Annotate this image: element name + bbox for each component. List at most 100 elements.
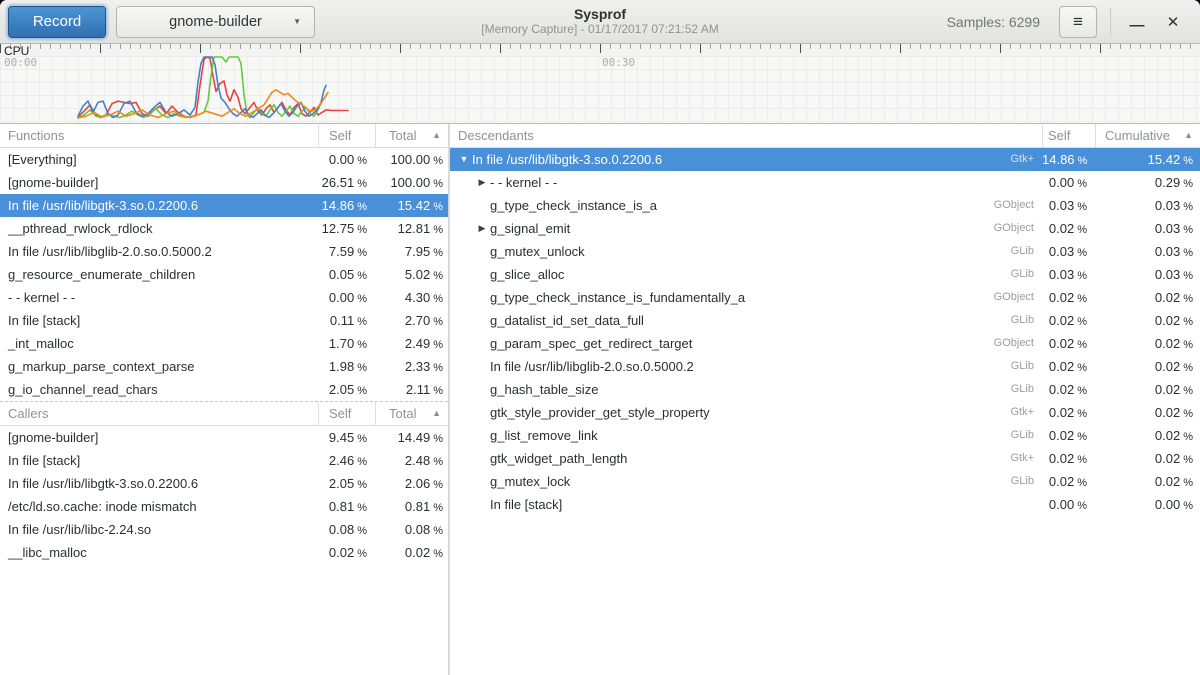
right-pane: Descendants Self Cumulative ▲ ▼In file /… [450,124,1200,675]
table-row[interactable]: g_io_channel_read_chars2.05%2.11% [0,378,448,401]
tree-row[interactable]: g_type_check_instance_is_aGObject0.03%0.… [450,194,1200,217]
table-row[interactable]: __pthread_rwlock_rdlock12.75%12.81% [0,217,448,240]
cpu-lines-chart [0,56,1200,123]
table-row[interactable]: In file [stack]0.11%2.70% [0,309,448,332]
cpu-graph[interactable]: CPU 00:00 00:30 [0,44,1200,124]
self-percent: 0.08% [318,518,375,541]
library-tag: GObject [994,194,1042,217]
tree-indent [456,251,474,252]
tree-row[interactable]: g_hash_table_sizeGLib0.02%0.02% [450,378,1200,401]
total-percent: 0.02% [375,541,448,564]
tree-row[interactable]: g_type_check_instance_is_fundamentally_a… [450,286,1200,309]
function-name: In file /usr/lib/libglib-2.0.so.0.5000.2 [490,355,694,378]
minimize-button[interactable]: — [1124,9,1150,35]
expander-icon[interactable]: ▼ [456,148,472,171]
percent-sign: % [1180,155,1193,167]
expander-icon[interactable]: ▶ [474,171,490,194]
total-percent: 2.48% [375,449,448,472]
tree-row[interactable]: In file [stack]0.00%0.00% [450,493,1200,516]
table-row[interactable]: g_markup_parse_context_parse1.98%2.33% [0,355,448,378]
functions-total-column-header[interactable]: Total ▲ [375,124,448,147]
tree-indent [456,228,474,229]
tree-indent [456,320,474,321]
tree-row[interactable]: ▼In file /usr/lib/libgtk-3.so.0.2200.6Gt… [450,148,1200,171]
cumulative-percent: 0.03% [1095,240,1200,263]
percent-sign: % [1180,201,1193,213]
percent-sign: % [430,201,443,213]
callers-total-column-header[interactable]: Total ▲ [375,402,448,425]
tree-row[interactable]: g_slice_allocGLib0.03%0.03% [450,263,1200,286]
descendant-name-cell: g_list_remove_linkGLib [450,424,1042,447]
table-row[interactable]: In file /usr/lib/libgtk-3.so.0.2200.614.… [0,194,448,217]
table-row[interactable]: _int_malloc1.70%2.49% [0,332,448,355]
tree-row[interactable]: g_list_remove_linkGLib0.02%0.02% [450,424,1200,447]
percent-sign: % [1180,178,1193,190]
table-row[interactable]: In file [stack]2.46%2.48% [0,449,448,472]
descendant-name-cell: In file /usr/lib/libglib-2.0.so.0.5000.2… [450,355,1042,378]
dropdown-arrow-icon: ▼ [293,17,301,26]
percent-sign: % [1180,362,1193,374]
table-row[interactable]: [gnome-builder]26.51%100.00% [0,171,448,194]
close-icon: ✕ [1167,13,1180,31]
table-row[interactable]: - - kernel - -0.00%4.30% [0,286,448,309]
tree-row[interactable]: gtk_style_provider_get_style_propertyGtk… [450,401,1200,424]
tree-indent [456,366,474,367]
self-percent: 0.00% [1042,493,1095,516]
process-selector-dropdown[interactable]: gnome-builder ▼ [116,6,315,38]
tree-row[interactable]: gtk_widget_path_lengthGtk+0.02%0.02% [450,447,1200,470]
percent-sign: % [1180,500,1193,512]
percent-sign: % [430,224,443,236]
tree-row[interactable]: g_mutex_lockGLib0.02%0.02% [450,470,1200,493]
self-percent: 0.02% [1042,378,1095,401]
function-name: In file [stack] [0,309,318,332]
functions-column-header[interactable]: Functions [0,124,318,147]
percent-sign: % [354,525,367,537]
total-percent: 2.11% [375,378,448,401]
tree-row[interactable]: ▶- - kernel - -0.00%0.29% [450,171,1200,194]
function-name: g_mutex_unlock [490,240,585,263]
percent-sign: % [1074,454,1087,466]
functions-self-column-header[interactable]: Self [318,124,375,147]
library-tag: GLib [1011,240,1042,263]
descendants-column-header[interactable]: Descendants [450,124,1042,147]
table-row[interactable]: [Everything]0.00%100.00% [0,148,448,171]
time-label-mid: 00:30 [602,56,635,69]
table-row[interactable]: In file /usr/lib/libgtk-3.so.0.2200.62.0… [0,472,448,495]
total-percent: 14.49% [375,426,448,449]
tree-indent [456,481,474,482]
tree-row[interactable]: g_datalist_id_set_data_fullGLib0.02%0.02… [450,309,1200,332]
library-tag: GObject [994,286,1042,309]
descendants-cumulative-column-header[interactable]: Cumulative ▲ [1095,124,1200,147]
table-row[interactable]: [gnome-builder]9.45%14.49% [0,426,448,449]
tree-row[interactable]: In file /usr/lib/libglib-2.0.so.0.5000.2… [450,355,1200,378]
table-row[interactable]: In file /usr/lib/libglib-2.0.so.0.5000.2… [0,240,448,263]
close-button[interactable]: ✕ [1160,9,1186,35]
record-button[interactable]: Record [8,6,106,38]
table-row[interactable]: g_resource_enumerate_children0.05%5.02% [0,263,448,286]
percent-sign: % [1180,224,1193,236]
tree-row[interactable]: g_param_spec_get_redirect_targetGObject0… [450,332,1200,355]
tree-row[interactable]: ▶g_signal_emitGObject0.02%0.03% [450,217,1200,240]
tree-row[interactable]: g_mutex_unlockGLib0.03%0.03% [450,240,1200,263]
callers-column-header[interactable]: Callers [0,402,318,425]
table-row[interactable]: In file /usr/lib/libc-2.24.so0.08%0.08% [0,518,448,541]
expander-icon[interactable]: ▶ [474,217,490,240]
percent-sign: % [1180,339,1193,351]
function-name: g_type_check_instance_is_a [490,194,657,217]
descendants-self-column-header[interactable]: Self [1042,124,1095,147]
percent-sign: % [1074,431,1087,443]
percent-sign: % [354,433,367,445]
callers-self-column-header[interactable]: Self [318,402,375,425]
menu-button[interactable]: ≡ [1059,6,1097,38]
self-percent: 0.00% [318,148,375,171]
table-row[interactable]: __libc_malloc0.02%0.02% [0,541,448,564]
total-percent: 100.00% [375,148,448,171]
table-row[interactable]: /etc/ld.so.cache: inode mismatch0.81%0.8… [0,495,448,518]
cumulative-percent: 0.02% [1095,378,1200,401]
self-percent: 0.02% [1042,355,1095,378]
total-percent: 100.00% [375,171,448,194]
menu-icon: ≡ [1073,12,1083,32]
library-tag: Gtk+ [1010,447,1042,470]
tree-indent [456,435,474,436]
capture-subtitle: [Memory Capture] - 01/17/2017 07:21:52 A… [481,22,718,37]
